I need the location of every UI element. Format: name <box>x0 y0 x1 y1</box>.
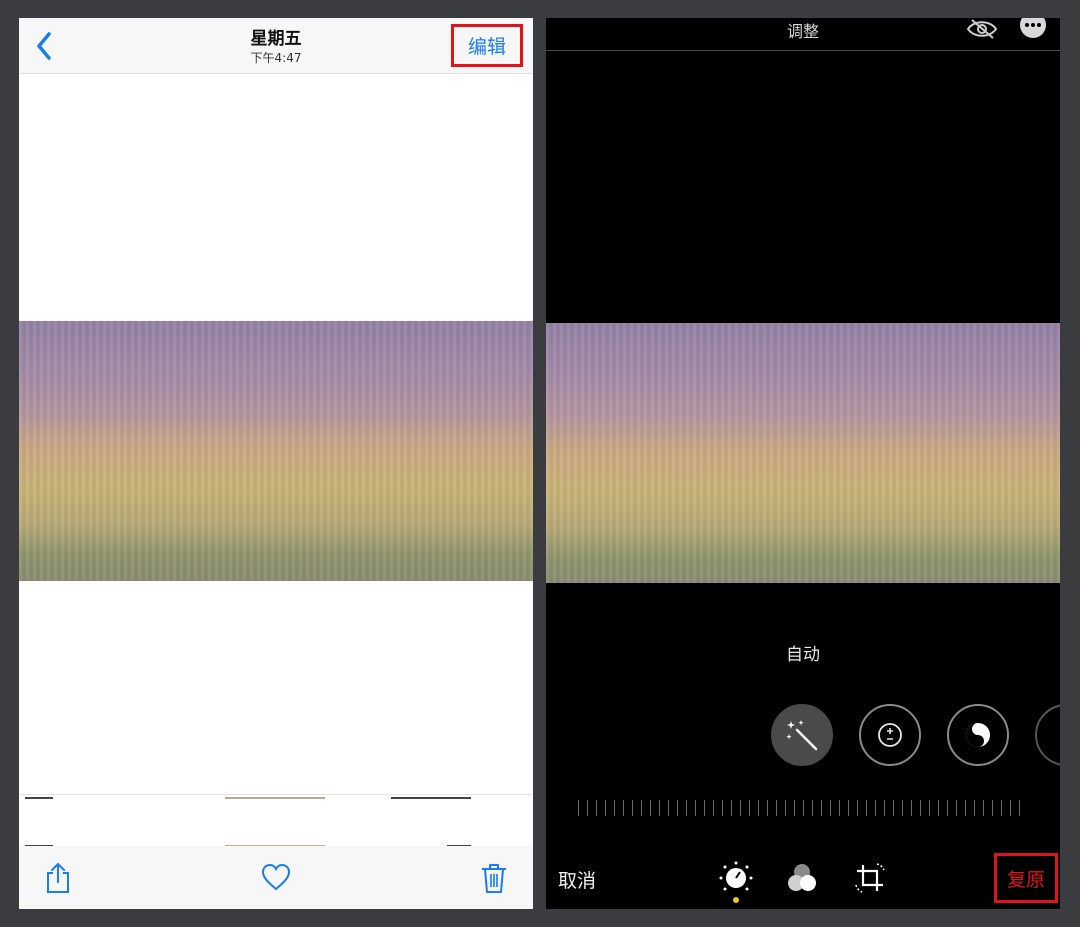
header-divider <box>546 50 1060 51</box>
adjust-mode-label: 自动 <box>786 645 820 665</box>
heart-icon[interactable] <box>261 862 291 894</box>
photo-image <box>546 323 1060 583</box>
adjust-dial-icon <box>719 861 753 891</box>
thumbnail[interactable] <box>391 797 471 799</box>
magic-wand-icon <box>786 720 818 751</box>
next-adjust-button[interactable] <box>1035 704 1060 766</box>
filters-icon <box>788 864 816 891</box>
bottom-toolbar <box>19 846 533 909</box>
active-tab-indicator <box>733 897 739 903</box>
contrast-button[interactable] <box>947 704 1009 766</box>
adjust-slider[interactable] <box>578 800 1028 816</box>
photo-viewer-panel: 星期五 下午4:47 编辑 <box>19 18 533 909</box>
auto-enhance-button[interactable] <box>771 704 833 766</box>
nav-bar: 星期五 下午4:47 编辑 <box>19 18 533 74</box>
cancel-button[interactable]: 取消 <box>558 866 596 893</box>
edit-button[interactable]: 编辑 <box>451 24 523 67</box>
tab-filters[interactable] <box>782 858 822 898</box>
tab-crop[interactable] <box>850 858 890 898</box>
restore-button[interactable]: 复原 <box>994 853 1058 903</box>
hide-eye-icon[interactable] <box>966 18 998 40</box>
crop-rotate-icon <box>855 863 885 893</box>
photo-image <box>19 321 533 581</box>
thumbnail[interactable] <box>225 797 325 799</box>
thumbnail-strip[interactable] <box>19 794 533 847</box>
contrast-icon <box>966 723 990 747</box>
photo-editor-panel: 调整 自动 取消 复原 <box>546 18 1060 909</box>
exposure-button[interactable] <box>859 704 921 766</box>
thumbnail[interactable] <box>25 797 53 799</box>
share-icon[interactable] <box>43 862 73 894</box>
tab-adjust[interactable] <box>716 858 756 898</box>
trash-icon[interactable] <box>479 862 509 894</box>
exposure-icon <box>878 723 902 747</box>
